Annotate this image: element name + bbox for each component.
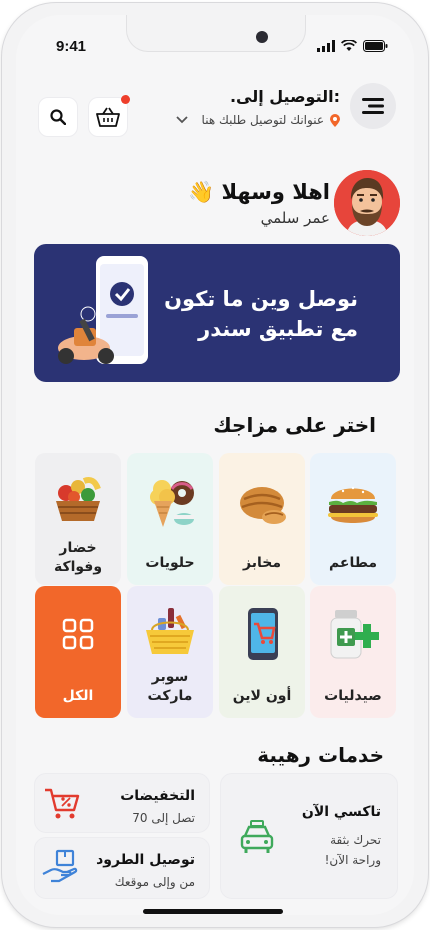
taxi-line1: تحرك بثقة <box>330 833 381 847</box>
croissant-icon <box>240 487 286 524</box>
category-label: سوبر ماركت <box>147 669 193 704</box>
app-screen: 9:41 :التوصيل إلى. عنوانك لتوصيل طلبك هن… <box>16 15 414 915</box>
category-label: صيدليات <box>324 688 382 704</box>
menu-icon <box>362 98 384 114</box>
status-icons <box>317 40 388 52</box>
wifi-icon <box>341 40 357 51</box>
cart-badge <box>121 95 130 104</box>
category-restaurants[interactable]: مطاعم <box>310 453 396 585</box>
basket-icon <box>96 107 120 127</box>
avatar[interactable] <box>334 170 400 236</box>
user-avatar-icon <box>334 170 400 236</box>
cart-button[interactable] <box>88 95 130 137</box>
discounts-subtitle: تصل إلى 70 <box>132 811 195 825</box>
greeting-text: اهلا وسهلا 👋 <box>188 180 330 204</box>
category-vegetables[interactable]: خضار وفواكة <box>35 453 121 585</box>
category-label: مطاعم <box>328 555 378 571</box>
categories-title: اختر على مزاجك <box>213 413 376 437</box>
vegetables-basket-icon <box>56 477 101 521</box>
home-indicator[interactable] <box>143 909 283 914</box>
icecream-icon <box>150 480 194 527</box>
delivery-address: عنوانك لتوصيل طلبك هنا <box>201 113 324 127</box>
medicine-icon <box>330 610 379 659</box>
battery-icon <box>363 40 388 52</box>
banner-line1: نوصل وين ما تكون <box>164 287 358 311</box>
service-parcel-delivery[interactable]: توصيل الطرود من وإلى موقعك <box>34 837 210 899</box>
category-supermarket[interactable]: سوبر ماركت <box>127 586 213 718</box>
parcel-title: توصيل الطرود <box>96 852 195 868</box>
online-cart-icon <box>248 608 278 660</box>
location-pin-icon <box>330 113 340 127</box>
signal-icon <box>317 40 335 52</box>
menu-button[interactable] <box>350 83 396 129</box>
grocery-basket-icon <box>146 608 194 654</box>
category-online[interactable]: أون لاين <box>219 586 305 718</box>
category-all[interactable]: الكل <box>35 586 121 718</box>
delivery-address-selector[interactable]: عنوانك لتوصيل طلبك هنا <box>175 113 340 127</box>
status-time: 9:41 <box>56 38 87 55</box>
phone-frame: 9:41 :التوصيل إلى. عنوانك لتوصيل طلبك هن… <box>2 3 428 927</box>
notch <box>126 15 306 52</box>
search-icon <box>50 109 66 125</box>
discounts-title: التخفيضات <box>120 788 195 804</box>
user-name: عمر سلمي <box>260 209 330 227</box>
delivery-title: :التوصيل إلى. <box>229 87 340 106</box>
category-bakeries[interactable]: مخابز <box>219 453 305 585</box>
category-label: الكل <box>62 688 94 704</box>
services-title: خدمات رهيبة <box>257 743 384 767</box>
category-label: أون لاين <box>232 688 292 704</box>
category-label: خضار وفواكة <box>53 540 103 575</box>
parcel-subtitle: من وإلى موقعك <box>114 875 195 889</box>
category-label: حلويات <box>145 555 195 571</box>
delivery-scooter-illustration <box>58 256 148 364</box>
taxi-icon <box>240 820 274 853</box>
service-discounts[interactable]: التخفيضات تصل إلى 70 <box>34 773 210 833</box>
category-sweets[interactable]: حلويات <box>127 453 213 585</box>
category-pharmacies[interactable]: صيدليات <box>310 586 396 718</box>
taxi-line2: وراحة الآن! <box>324 853 381 867</box>
promo-banner[interactable]: نوصل وين ما تكون مع تطبيق سندر <box>34 244 400 382</box>
category-label: مخابز <box>243 555 281 571</box>
discount-cart-icon <box>45 788 80 819</box>
grid-icon <box>62 618 94 650</box>
chevron-down-icon <box>175 116 188 124</box>
service-taxi[interactable]: تاكسي الآن تحرك بثقة وراحة الآن! <box>220 773 398 899</box>
parcel-hand-icon <box>42 849 78 883</box>
taxi-subtitle: تحرك بثقة وراحة الآن! <box>325 830 381 870</box>
search-button[interactable] <box>38 97 78 137</box>
banner-text: نوصل وين ما تكون مع تطبيق سندر <box>164 284 358 344</box>
taxi-title: تاكسي الآن <box>301 804 381 820</box>
banner-line2: مع تطبيق سندر <box>198 317 358 341</box>
camera <box>256 31 268 43</box>
burger-icon <box>328 486 378 523</box>
